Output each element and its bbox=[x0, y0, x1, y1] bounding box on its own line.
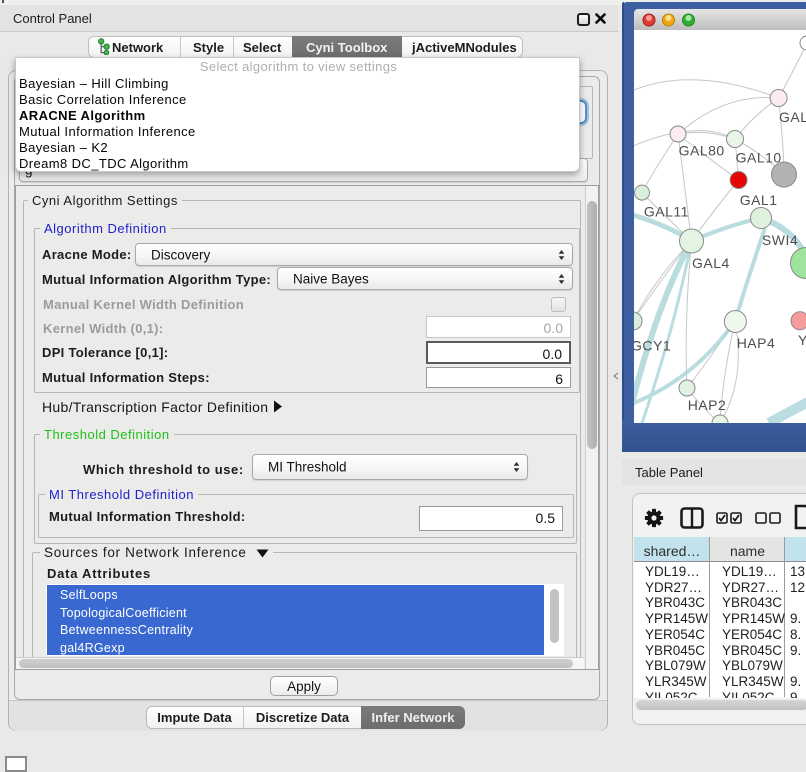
svg-text:SWI4: SWI4 bbox=[762, 232, 798, 248]
svg-text:GAL80: GAL80 bbox=[679, 143, 725, 159]
svg-text:GAL1: GAL1 bbox=[740, 192, 778, 208]
svg-text:HAP4: HAP4 bbox=[737, 335, 776, 351]
svg-text:HAP2: HAP2 bbox=[688, 397, 727, 413]
svg-text:GAL11: GAL11 bbox=[644, 204, 689, 220]
svg-text:Y: Y bbox=[798, 332, 806, 348]
svg-text:GAL10: GAL10 bbox=[736, 150, 782, 166]
svg-text:GAL4: GAL4 bbox=[692, 255, 730, 271]
svg-text:GCY1: GCY1 bbox=[634, 338, 671, 354]
svg-text:GAL7: GAL7 bbox=[779, 109, 806, 125]
